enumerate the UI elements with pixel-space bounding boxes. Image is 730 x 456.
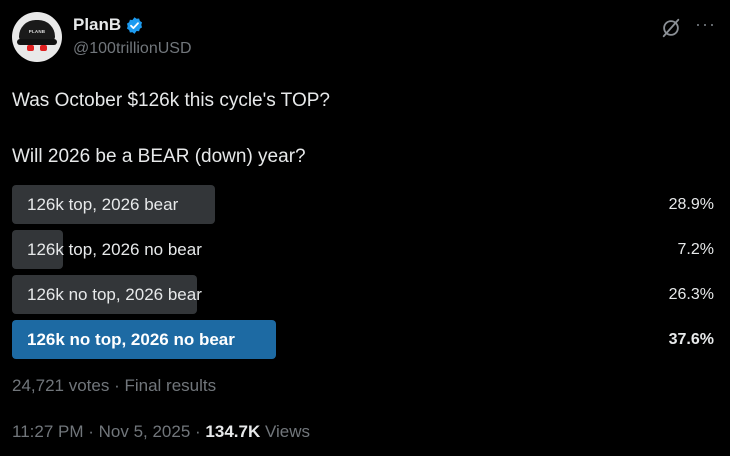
poll-option-label: 126k no top, 2026 no bear	[27, 330, 235, 349]
avatar-laser-eye-left	[27, 45, 34, 51]
more-icon[interactable]: ···	[695, 14, 716, 35]
poll-option-label: 126k no top, 2026 bear	[27, 285, 202, 304]
tweet-timestamp[interactable]: 11:27 PM · Nov 5, 2025 ·	[12, 422, 205, 441]
author-handle[interactable]: @100trillionUSD	[73, 40, 192, 58]
tweet-text: Was October $126k this cycle's TOP? Will…	[12, 87, 712, 171]
poll-option-percent: 26.3%	[668, 286, 714, 303]
avatar[interactable]: PLANB	[12, 12, 62, 62]
views-label: Views	[260, 422, 310, 441]
views-count: 134.7K	[205, 422, 261, 441]
poll-option: 126k top, 2026 bear 28.9%	[12, 185, 716, 224]
avatar-cap-brim	[17, 39, 57, 45]
poll-votes-status: 24,721 votes · Final results	[12, 376, 217, 395]
avatar-laser-eye-right	[40, 45, 47, 51]
verified-badge-icon	[125, 16, 144, 35]
author-name-row: PlanB	[73, 15, 144, 35]
tweet-line-1: Was October $126k this cycle's TOP?	[12, 90, 330, 111]
poll-option-winner: 126k no top, 2026 no bear 37.6%	[12, 320, 716, 359]
poll-option-percent: 28.9%	[668, 196, 714, 213]
tweet-line-2: Will 2026 be a BEAR (down) year?	[12, 146, 306, 167]
grok-icon[interactable]	[660, 17, 682, 44]
avatar-cap-text: PLANB	[28, 29, 46, 34]
tweet-meta: 11:27 PM · Nov 5, 2025 · 134.7K Views	[12, 422, 310, 442]
poll-option-percent: 37.6%	[668, 331, 714, 348]
poll-option: 126k top, 2026 no bear 7.2%	[12, 230, 716, 269]
poll-option-label: 126k top, 2026 no bear	[27, 240, 202, 259]
poll-option-percent: 7.2%	[677, 241, 714, 258]
poll-option: 126k no top, 2026 bear 26.3%	[12, 275, 716, 314]
author-name[interactable]: PlanB	[73, 15, 121, 35]
poll: 126k top, 2026 bear 28.9% 126k top, 2026…	[12, 185, 716, 365]
tweet-header: PLANB PlanB @100trillionUSD ···	[12, 12, 718, 66]
poll-option-label: 126k top, 2026 bear	[27, 195, 179, 214]
